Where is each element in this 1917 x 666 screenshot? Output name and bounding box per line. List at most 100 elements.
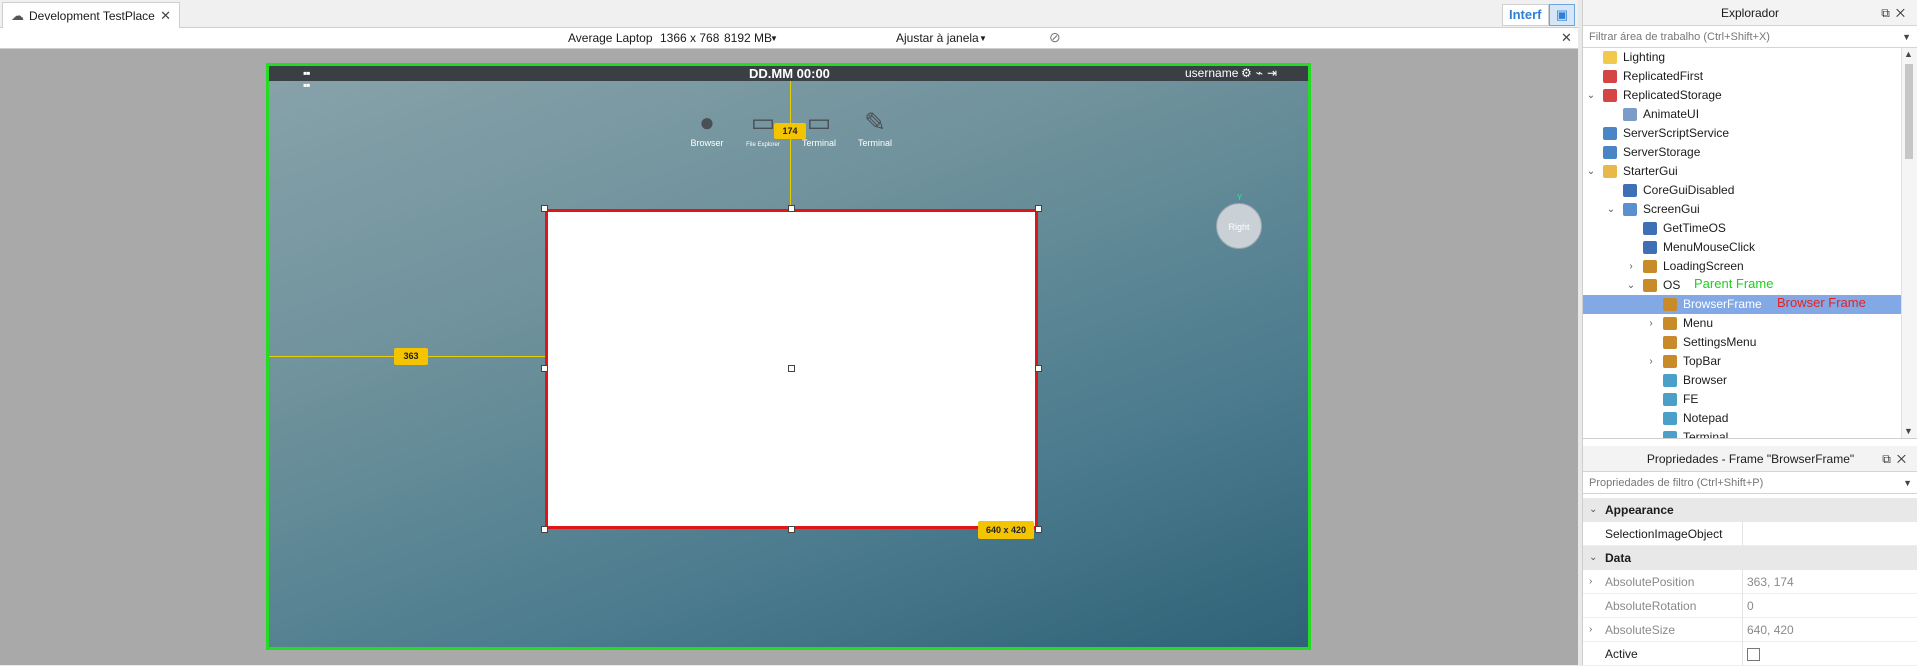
chevron-down-icon[interactable]: ▼ bbox=[1902, 26, 1911, 48]
device-name[interactable]: Average Laptop bbox=[568, 31, 653, 45]
resize-handle-ne[interactable] bbox=[1035, 205, 1042, 212]
close-icon[interactable]: ✕ bbox=[1896, 6, 1911, 20]
scroll-down-icon[interactable]: ▼ bbox=[1904, 426, 1913, 436]
tree-item[interactable]: AnimateUI bbox=[1583, 105, 1901, 124]
desktop-icon-notepad[interactable]: ✎ Terminal bbox=[851, 106, 899, 148]
property-value[interactable]: 0 bbox=[1747, 594, 1754, 618]
chevron-right-icon[interactable]: › bbox=[1589, 618, 1592, 642]
tree-item[interactable]: MenuMouseClick bbox=[1583, 238, 1901, 257]
tree-item[interactable]: Lighting bbox=[1583, 48, 1901, 67]
tree-item[interactable]: › LoadingScreen bbox=[1583, 257, 1901, 276]
close-icon[interactable]: ✕ bbox=[1897, 452, 1912, 466]
tree-item[interactable]: Notepad bbox=[1583, 409, 1901, 428]
chevron-down-icon[interactable]: ⌄ bbox=[1585, 162, 1597, 181]
chevron-down-icon[interactable]: ▼ bbox=[1903, 472, 1912, 494]
explorer-scrollbar-thumb[interactable] bbox=[1905, 64, 1913, 159]
chevron-right-icon[interactable]: › bbox=[1645, 352, 1657, 371]
tree-item[interactable]: SettingsMenu bbox=[1583, 333, 1901, 352]
property-name: Active bbox=[1605, 647, 1638, 661]
tree-item[interactable]: ReplicatedFirst bbox=[1583, 67, 1901, 86]
tree-item[interactable]: ⌄ ReplicatedStorage bbox=[1583, 86, 1901, 105]
tree-item[interactable]: › Menu bbox=[1583, 314, 1901, 333]
chevron-down-icon[interactable]: ⌄ bbox=[1585, 86, 1597, 105]
tree-item[interactable]: Terminal bbox=[1583, 428, 1901, 438]
fit-window-select[interactable]: Ajustar à janela bbox=[896, 31, 979, 45]
chevron-right-icon[interactable]: › bbox=[1589, 570, 1592, 594]
rotate-icon[interactable]: ⊘ bbox=[1049, 29, 1061, 46]
property-row[interactable]: Active bbox=[1583, 642, 1917, 666]
resize-handle-se[interactable] bbox=[1035, 526, 1042, 533]
property-row[interactable]: SelectionImageObject bbox=[1583, 522, 1917, 546]
tree-item[interactable]: GetTimeOS bbox=[1583, 219, 1901, 238]
frame-icon bbox=[1663, 317, 1677, 330]
property-section[interactable]: ⌄ Data bbox=[1583, 546, 1917, 570]
localscript-icon bbox=[1643, 241, 1657, 254]
tree-item-label: Browser bbox=[1683, 373, 1728, 387]
viewport[interactable]: ▪▪ ▪▪ DD.MM 00:00 username ⚙⌁⇥ ● Browser … bbox=[0, 49, 1578, 665]
tree-item[interactable]: FE bbox=[1583, 390, 1901, 409]
memory-dropdown-icon[interactable]: ▼ bbox=[770, 34, 778, 43]
property-section-label: Appearance bbox=[1605, 503, 1674, 517]
settings-icon[interactable]: ⚙ bbox=[1241, 66, 1256, 80]
replicated-icon bbox=[1603, 70, 1617, 83]
tree-item-label: CoreGuiDisabled bbox=[1643, 183, 1735, 197]
network-icon[interactable]: ⌁ bbox=[1256, 66, 1267, 80]
device-memory[interactable]: 8192 MB bbox=[724, 31, 772, 45]
property-checkbox[interactable] bbox=[1747, 648, 1760, 661]
tree-item[interactable]: ServerScriptService bbox=[1583, 124, 1901, 143]
column-divider bbox=[1742, 642, 1743, 666]
tree-item[interactable]: ServerStorage bbox=[1583, 143, 1901, 162]
desktop-icon-label: Browser bbox=[690, 138, 724, 148]
tree-item-label: TopBar bbox=[1683, 354, 1722, 368]
tree-item[interactable]: › TopBar bbox=[1583, 352, 1901, 371]
column-divider bbox=[1742, 594, 1743, 618]
interface-toggle-button[interactable]: Interf bbox=[1502, 4, 1549, 26]
device-resolution: 1366 x 768 bbox=[660, 31, 720, 45]
view-orientation-widget[interactable]: Right bbox=[1216, 203, 1262, 249]
tab-close-icon[interactable]: ✕ bbox=[160, 8, 171, 24]
chevron-down-icon[interactable]: ⌄ bbox=[1625, 276, 1637, 295]
chevron-right-icon[interactable]: › bbox=[1625, 257, 1637, 276]
tree-item-label: StarterGui bbox=[1623, 164, 1678, 178]
desktop-icon-browser[interactable]: ● Browser bbox=[683, 106, 731, 148]
properties-filter-input[interactable]: Propriedades de filtro (Ctrl+Shift+P) ▼ bbox=[1583, 472, 1917, 494]
offset-x-badge: 363 bbox=[394, 348, 428, 365]
replicated-icon bbox=[1603, 89, 1617, 102]
undock-icon[interactable]: ⧉ bbox=[1882, 452, 1897, 466]
property-section[interactable]: ⌄ Appearance bbox=[1583, 498, 1917, 522]
emulated-screen[interactable]: ▪▪ ▪▪ DD.MM 00:00 username ⚙⌁⇥ ● Browser … bbox=[266, 63, 1311, 650]
chevron-down-icon[interactable]: ⌄ bbox=[1589, 546, 1597, 570]
layout-icon[interactable]: ▣ bbox=[1549, 4, 1575, 26]
resize-handle-nw[interactable] bbox=[541, 205, 548, 212]
property-row[interactable]: › AbsolutePosition 363, 174 bbox=[1583, 570, 1917, 594]
desktop-icon-label: Terminal bbox=[857, 138, 892, 148]
tab-development-testplace[interactable]: ☁ Development TestPlace ✕ bbox=[2, 2, 180, 28]
logout-icon[interactable]: ⇥ bbox=[1267, 66, 1281, 80]
axis-y-label: Y bbox=[1237, 193, 1243, 202]
property-value[interactable]: 640, 420 bbox=[1747, 618, 1794, 642]
tree-item[interactable]: CoreGuiDisabled bbox=[1583, 181, 1901, 200]
resize-handle-sw[interactable] bbox=[541, 526, 548, 533]
property-value[interactable]: 363, 174 bbox=[1747, 570, 1794, 594]
explorer-filter-input[interactable]: Filtrar área de trabalho (Ctrl+Shift+X) … bbox=[1583, 26, 1917, 48]
property-name: AbsoluteSize bbox=[1605, 623, 1676, 637]
move-handle-center[interactable] bbox=[788, 365, 795, 372]
fit-dropdown-icon[interactable]: ▼ bbox=[979, 34, 987, 43]
resize-handle-w[interactable] bbox=[541, 365, 548, 372]
resize-handle-n[interactable] bbox=[788, 205, 795, 212]
tree-item[interactable]: ⌄ ScreenGui bbox=[1583, 200, 1901, 219]
chevron-right-icon[interactable]: › bbox=[1645, 314, 1657, 333]
undock-icon[interactable]: ⧉ bbox=[1881, 6, 1896, 20]
property-row[interactable]: › AbsoluteSize 640, 420 bbox=[1583, 618, 1917, 642]
resize-handle-s[interactable] bbox=[788, 526, 795, 533]
resize-handle-e[interactable] bbox=[1035, 365, 1042, 372]
tree-item[interactable]: Browser bbox=[1583, 371, 1901, 390]
tree-item[interactable]: ⌄ StarterGui bbox=[1583, 162, 1901, 181]
grid-menu-icon[interactable]: ▪▪ ▪▪ bbox=[303, 67, 310, 91]
property-row[interactable]: AbsoluteRotation 0 bbox=[1583, 594, 1917, 618]
chevron-down-icon[interactable]: ⌄ bbox=[1605, 200, 1617, 219]
scroll-up-icon[interactable]: ▲ bbox=[1904, 49, 1913, 59]
column-divider bbox=[1742, 618, 1743, 642]
device-close-icon[interactable]: ✕ bbox=[1561, 30, 1572, 46]
chevron-down-icon[interactable]: ⌄ bbox=[1589, 498, 1597, 522]
